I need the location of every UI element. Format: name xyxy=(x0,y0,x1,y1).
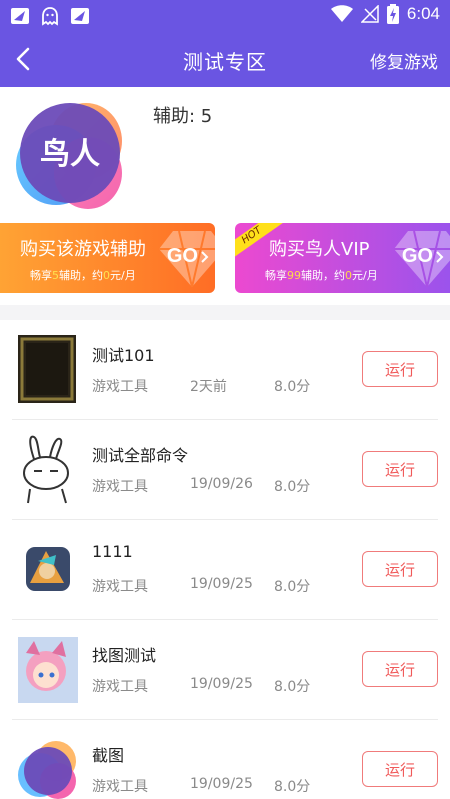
game-meta: 游戏工具 2天前 8.0分 xyxy=(92,376,310,396)
game-score: 8.0分 xyxy=(274,579,311,595)
list-item: 找图测试 游戏工具 19/09/25 8.0分 运行 xyxy=(12,620,438,720)
game-thumbnail-logo xyxy=(18,741,76,799)
status-time: 6:04 xyxy=(406,4,440,23)
status-system-icons: 6:04 xyxy=(330,4,440,24)
game-thumbnail-hero xyxy=(26,547,70,591)
ghost-icon xyxy=(42,7,58,26)
wifi-icon xyxy=(330,5,353,22)
game-category: 游戏工具 xyxy=(92,779,148,795)
game-date: 19/09/25 xyxy=(190,776,253,792)
promo-subtitle: 畅享5辅助，约0元/月 xyxy=(30,269,136,282)
game-meta: 游戏工具 19/09/25 8.0分 xyxy=(92,576,310,596)
status-notification-icons xyxy=(10,6,90,26)
game-meta: 游戏工具 19/09/25 8.0分 xyxy=(92,776,310,796)
game-score: 8.0分 xyxy=(274,479,311,495)
list-item: 截图 游戏工具 19/09/25 8.0分 运行 xyxy=(12,720,438,799)
navigation-bar: 测试专区 修复游戏 xyxy=(0,32,450,87)
run-button[interactable]: 运行 xyxy=(362,651,438,687)
notification-app-icon xyxy=(11,8,29,24)
game-category: 游戏工具 xyxy=(92,579,148,595)
promo-title: 购买该游戏辅助 xyxy=(20,239,146,260)
back-button[interactable] xyxy=(6,42,40,76)
promo-buy-vip[interactable]: HOT 购买鸟人VIP 畅享99辅助，约0元/月 GO xyxy=(235,223,450,293)
chevron-right-icon xyxy=(201,250,209,263)
game-title: 截图 xyxy=(92,746,125,765)
game-date: 19/09/25 xyxy=(190,676,253,692)
game-date: 19/09/26 xyxy=(190,476,253,492)
run-button[interactable]: 运行 xyxy=(362,751,438,787)
no-signal-icon xyxy=(360,5,379,23)
game-date: 19/09/25 xyxy=(190,576,253,592)
game-meta: 游戏工具 19/09/25 8.0分 xyxy=(92,676,310,696)
game-category: 游戏工具 xyxy=(92,479,148,495)
app-logo: 鸟人 xyxy=(16,103,122,209)
logo-text: 鸟人 xyxy=(40,137,100,172)
assist-count-label: 辅助: 5 xyxy=(153,106,213,127)
game-category: 游戏工具 xyxy=(92,679,148,695)
game-title: 1111 xyxy=(92,542,133,561)
battery-charging-icon xyxy=(386,4,399,24)
status-bar: 6:04 xyxy=(0,0,450,32)
promo-title: 购买鸟人VIP xyxy=(269,239,370,260)
game-meta: 游戏工具 19/09/26 8.0分 xyxy=(92,476,310,496)
game-thumbnail-rabbit xyxy=(23,435,69,504)
game-category: 游戏工具 xyxy=(92,379,148,395)
list-item: 1111 游戏工具 19/09/25 8.0分 运行 xyxy=(12,520,438,620)
notification-app-icon xyxy=(71,8,89,24)
game-title: 找图测试 xyxy=(92,646,157,665)
game-thumbnail-anime xyxy=(18,637,78,703)
promo-subtitle: 畅享99辅助，约0元/月 xyxy=(265,269,378,282)
game-score: 8.0分 xyxy=(274,679,311,695)
run-button[interactable]: 运行 xyxy=(362,451,438,487)
chevron-right-icon xyxy=(436,250,444,263)
game-score: 8.0分 xyxy=(274,779,311,795)
list-item: 测试101 游戏工具 2天前 8.0分 运行 xyxy=(12,320,438,420)
game-title: 测试101 xyxy=(92,346,155,365)
game-date: 2天前 xyxy=(190,379,227,395)
back-arrow-icon xyxy=(16,47,30,71)
go-button[interactable]: GO xyxy=(167,245,209,268)
go-button[interactable]: GO xyxy=(402,245,444,268)
section-divider xyxy=(0,305,450,320)
promo-buy-game-assist[interactable]: 购买该游戏辅助 畅享5辅助，约0元/月 GO xyxy=(0,223,215,293)
profile-header: 鸟人 辅助: 5 xyxy=(0,87,450,220)
game-score: 8.0分 xyxy=(274,379,311,395)
run-button[interactable]: 运行 xyxy=(362,351,438,387)
list-item: 测试全部命令 游戏工具 19/09/26 8.0分 运行 xyxy=(12,420,438,520)
game-thumbnail-frame xyxy=(18,335,76,403)
game-title: 测试全部命令 xyxy=(92,446,189,465)
repair-game-button[interactable]: 修复游戏 xyxy=(370,48,438,73)
run-button[interactable]: 运行 xyxy=(362,551,438,587)
